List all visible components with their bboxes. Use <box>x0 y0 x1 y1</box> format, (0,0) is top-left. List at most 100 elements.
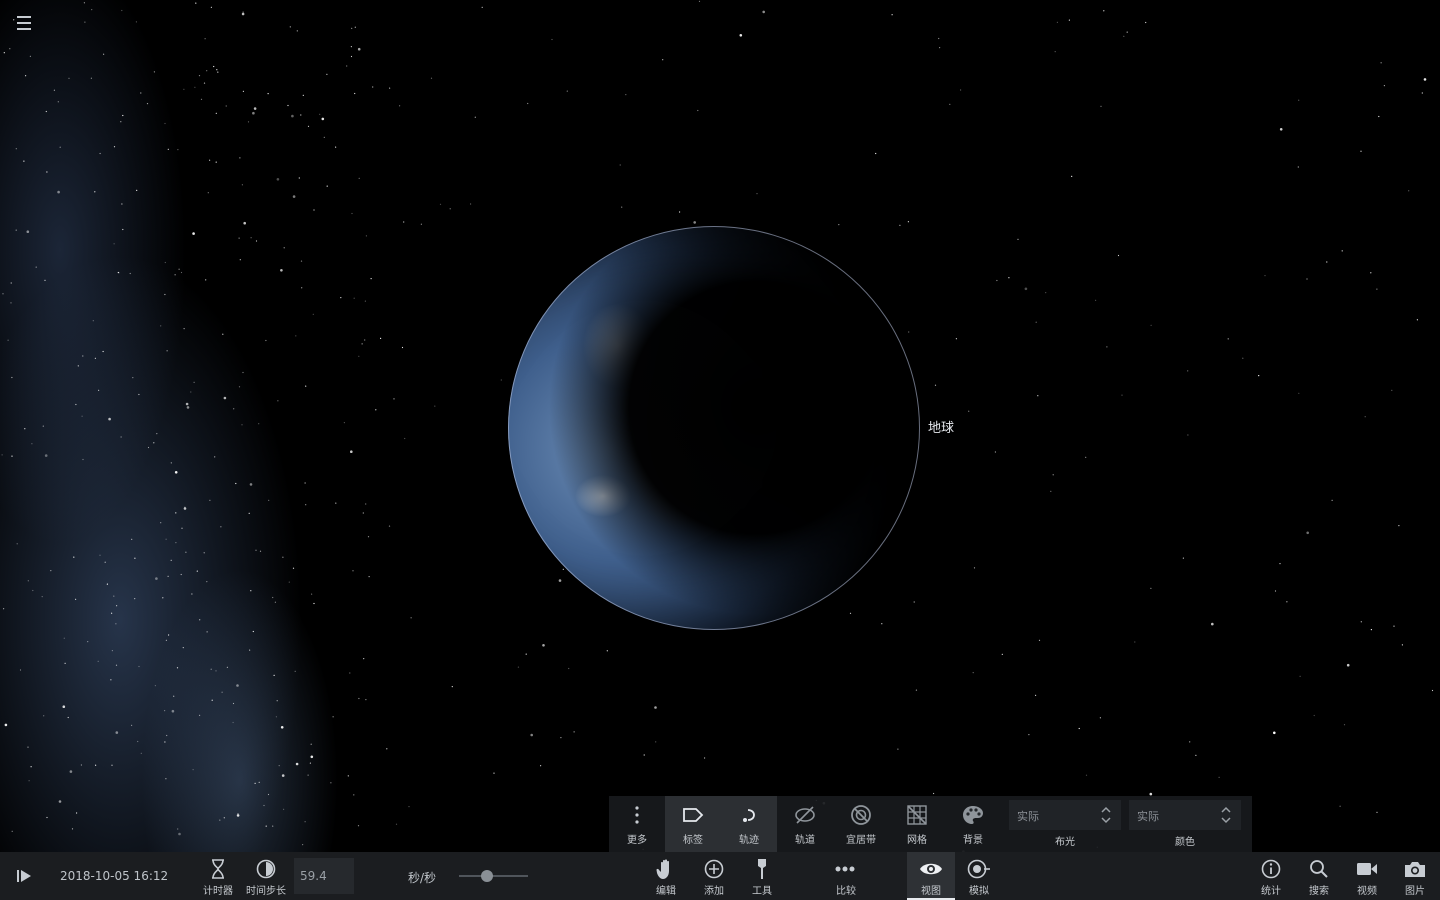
photo-button[interactable]: 图片 <box>1391 852 1439 900</box>
star <box>75 598 77 600</box>
star <box>216 69 218 71</box>
star <box>1398 525 1400 527</box>
star <box>434 405 436 407</box>
compare-button[interactable]: 比较 <box>822 852 870 900</box>
habitable-zone-toggle[interactable]: 宜居带 <box>833 796 889 852</box>
star <box>131 724 133 727</box>
timer-button[interactable]: 计时器 <box>194 852 242 900</box>
star <box>248 512 250 514</box>
star <box>1408 190 1410 192</box>
star <box>182 647 184 649</box>
time-rate-unit[interactable]: 秒/秒 <box>408 869 436 886</box>
time-rate-input[interactable]: 59.4 <box>294 858 354 894</box>
star <box>164 122 166 125</box>
earth-label[interactable]: 地球 <box>928 417 954 436</box>
star <box>1306 531 1309 535</box>
star <box>1376 288 1378 290</box>
star <box>1393 625 1395 627</box>
star <box>326 185 328 187</box>
star <box>313 209 315 211</box>
more-button[interactable]: 更多 <box>609 796 665 852</box>
star <box>1297 166 1299 168</box>
time-rate-slider[interactable] <box>459 875 528 877</box>
star <box>99 554 101 556</box>
star <box>739 34 743 37</box>
star <box>1068 19 1070 21</box>
space-viewport[interactable]: 地球 <box>0 0 1440 852</box>
edit-button[interactable]: 编辑 <box>642 852 690 900</box>
search-button[interactable]: 搜索 <box>1295 852 1343 900</box>
star <box>1211 622 1214 626</box>
star <box>364 339 366 341</box>
star <box>164 710 166 712</box>
color-select[interactable]: 实际 <box>1129 800 1241 830</box>
earth-planet[interactable] <box>508 226 920 630</box>
orbits-toggle[interactable]: 轨道 <box>777 796 833 852</box>
star <box>232 702 235 705</box>
star <box>238 386 241 388</box>
labels-toggle[interactable]: 标签 <box>665 796 721 852</box>
simulate-button[interactable]: 模拟 <box>955 852 1003 900</box>
star <box>330 782 332 784</box>
simulation-datetime[interactable]: 2018-10-05 16:12 <box>60 869 168 883</box>
star <box>185 402 189 406</box>
lighting-select[interactable]: 实际 <box>1009 800 1121 830</box>
add-button[interactable]: 添加 <box>690 852 738 900</box>
star <box>223 396 227 400</box>
video-button[interactable]: 视频 <box>1343 852 1391 900</box>
background-toggle[interactable]: 背景 <box>945 796 1001 852</box>
tools-button[interactable]: 工具 <box>738 852 786 900</box>
star <box>171 709 175 713</box>
star <box>160 522 162 524</box>
star <box>662 59 664 61</box>
star <box>1121 394 1123 396</box>
star <box>58 800 62 803</box>
star <box>1050 490 1052 492</box>
star <box>304 482 306 484</box>
grid-disabled-icon <box>907 805 927 825</box>
star <box>116 605 118 607</box>
star <box>1313 714 1315 717</box>
star <box>9 48 11 50</box>
star <box>24 428 26 430</box>
time-rate-slider-knob[interactable] <box>481 870 494 882</box>
star <box>1343 724 1346 726</box>
star <box>410 617 412 619</box>
star <box>358 177 360 179</box>
star <box>68 77 70 79</box>
star <box>493 772 495 774</box>
star <box>177 149 179 151</box>
hamburger-menu-icon[interactable] <box>12 12 36 36</box>
star <box>1078 727 1080 730</box>
star <box>573 731 575 733</box>
star <box>368 576 370 578</box>
timestep-button[interactable]: 时间步长 <box>242 852 290 900</box>
view-button[interactable]: 视图 <box>907 852 955 900</box>
eye-icon <box>920 863 942 875</box>
compare-label: 比较 <box>836 886 856 897</box>
star <box>934 384 937 386</box>
color-label: 颜色 <box>1175 837 1195 848</box>
star <box>305 385 307 387</box>
star <box>349 672 351 674</box>
play-icon[interactable] <box>14 866 34 886</box>
star <box>192 232 195 235</box>
timestep-label: 时间步长 <box>246 886 286 897</box>
star <box>115 731 119 734</box>
star <box>938 37 940 40</box>
star <box>1360 621 1362 623</box>
star <box>156 433 158 435</box>
star <box>154 685 156 687</box>
star <box>205 279 207 281</box>
star <box>335 146 337 148</box>
star <box>353 297 355 299</box>
grid-toggle[interactable]: 网格 <box>889 796 945 852</box>
stats-button[interactable]: 统计 <box>1247 852 1295 900</box>
star <box>551 38 553 41</box>
star <box>365 235 367 237</box>
star <box>933 792 935 795</box>
star <box>82 355 84 357</box>
star <box>1383 85 1385 87</box>
star <box>283 808 285 810</box>
trails-toggle[interactable]: 轨迹 <box>721 796 777 852</box>
